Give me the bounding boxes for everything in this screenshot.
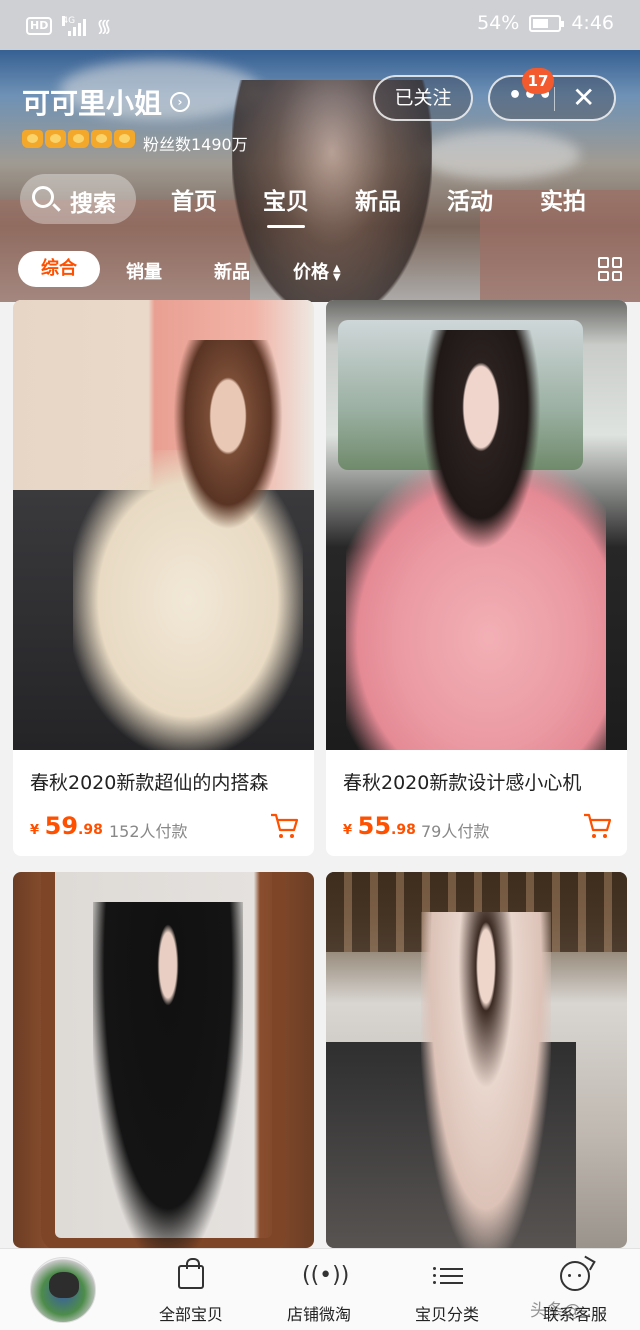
tab-shop-feed[interactable]: ((•)) 店铺微淘 <box>269 1257 369 1325</box>
shop-rank-crowns <box>22 130 135 148</box>
notification-badge: 17 <box>522 68 554 94</box>
product-title: 春秋2020新款超仙的内搭森 <box>30 772 269 794</box>
close-icon[interactable]: ✕ <box>572 81 595 114</box>
product-sales: 79人付款 <box>421 822 490 841</box>
watermark: 头条@... <box>530 1301 598 1321</box>
broadcast-icon: ((•)) <box>302 1263 350 1288</box>
product-price: ¥ 55.98 <box>343 812 416 840</box>
service-face-icon <box>560 1261 590 1291</box>
tab-all-products[interactable]: 全部宝贝 <box>141 1257 241 1325</box>
grid-view-icon[interactable] <box>598 257 622 281</box>
product-card[interactable] <box>13 872 314 1248</box>
shop-name[interactable]: 可可里小姐 › <box>22 82 191 122</box>
product-card[interactable]: 春秋2020新款设计感小心机 ¥ 55.98 79人付款 <box>326 300 627 856</box>
tab-products[interactable]: 宝贝 <box>263 182 309 228</box>
search-button[interactable]: 搜索 <box>20 174 136 224</box>
product-sales: 152人付款 <box>109 822 188 841</box>
product-image[interactable] <box>326 300 627 750</box>
crown-icon <box>114 130 135 148</box>
tab-real-shots[interactable]: 实拍 <box>540 182 586 216</box>
product-card[interactable] <box>326 872 627 1248</box>
list-icon <box>433 1263 463 1289</box>
status-bar: HD 4G ᯾ 54% 4:46 <box>0 0 640 50</box>
tab-home[interactable]: 首页 <box>171 182 217 216</box>
sort-price[interactable]: 价格 ▲ ▼ <box>293 258 341 284</box>
fan-count: 粉丝数1490万 <box>143 135 248 154</box>
tab-label: 宝贝分类 <box>414 1305 479 1324</box>
cart-icon[interactable] <box>582 812 612 840</box>
search-label: 搜索 <box>70 191 116 217</box>
tab-activity[interactable]: 活动 <box>447 182 493 216</box>
battery-percent: 54% <box>477 12 520 34</box>
sort-bar: 综合 销量 新品 价格 ▲ ▼ <box>0 245 640 295</box>
sort-sales[interactable]: 销量 <box>126 258 162 284</box>
tab-label: 店铺微淘 <box>286 1305 351 1324</box>
hd-icon: HD <box>26 17 53 35</box>
bag-icon <box>178 1258 204 1289</box>
product-price: ¥ 59.98 <box>30 812 103 840</box>
sort-price-label: 价格 <box>293 262 329 283</box>
product-card[interactable]: 春秋2020新款超仙的内搭森 ¥ 59.98 152人付款 <box>13 300 314 856</box>
crown-icon <box>22 130 43 148</box>
crown-icon <box>45 130 66 148</box>
product-title: 春秋2020新款设计感小心机 <box>343 772 582 794</box>
cart-icon[interactable] <box>269 812 299 840</box>
sort-new[interactable]: 新品 <box>214 258 250 284</box>
wifi-icon: ᯾ <box>96 16 112 37</box>
clock: 4:46 <box>571 12 614 34</box>
tab-categories[interactable]: 宝贝分类 <box>397 1257 497 1325</box>
crown-icon <box>68 130 89 148</box>
sort-comprehensive[interactable]: 综合 <box>18 251 100 287</box>
chevron-right-icon: › <box>170 92 191 112</box>
tab-new[interactable]: 新品 <box>355 182 401 216</box>
tab-label: 全部宝贝 <box>158 1305 223 1324</box>
follow-button[interactable]: 已关注 <box>373 75 473 121</box>
product-image[interactable] <box>13 300 314 750</box>
shop-avatar[interactable] <box>30 1257 96 1323</box>
crown-icon <box>91 130 112 148</box>
sort-arrows-icon: ▲ ▼ <box>333 263 341 283</box>
search-icon <box>32 186 54 208</box>
shop-name-text: 可可里小姐 <box>22 87 163 120</box>
battery-icon <box>529 14 565 32</box>
signal-icon: 4G <box>62 16 87 36</box>
product-image[interactable] <box>326 872 627 1248</box>
product-image[interactable] <box>13 872 314 1248</box>
